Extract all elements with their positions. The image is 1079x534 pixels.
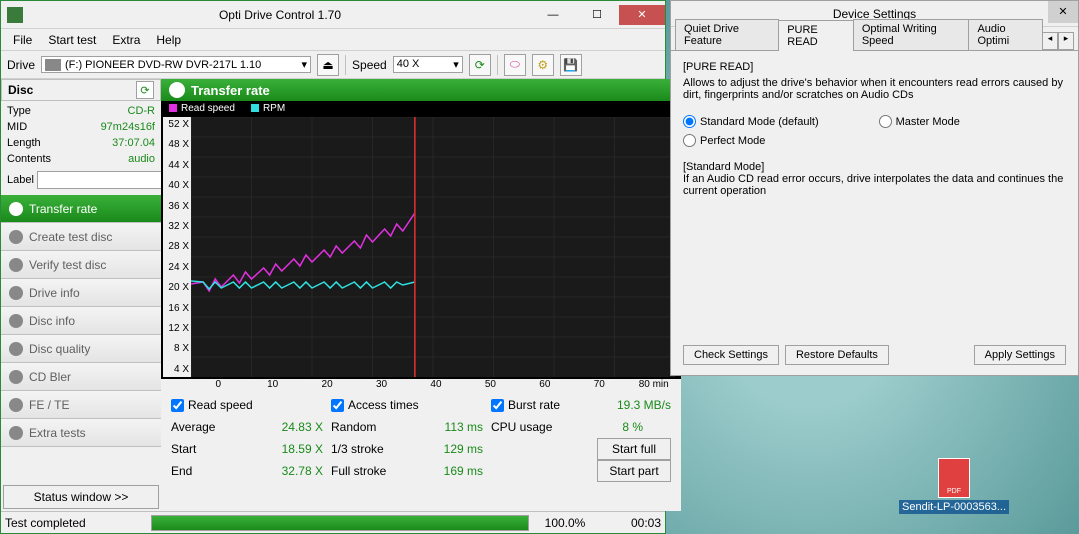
menubar: File Start test Extra Help bbox=[1, 29, 665, 51]
app-icon bbox=[7, 7, 23, 23]
progress-time: 00:03 bbox=[601, 516, 661, 530]
transfer-rate-icon bbox=[169, 82, 185, 98]
titlebar: Opti Drive Control 1.70 — ☐ ✕ bbox=[1, 1, 665, 29]
progress-percent: 100.0% bbox=[535, 516, 595, 530]
burst-rate-checkbox[interactable] bbox=[491, 399, 504, 412]
content-header: Transfer rate bbox=[161, 79, 681, 101]
nav-item-drive-info[interactable]: Drive info bbox=[1, 279, 161, 307]
minimize-button[interactable]: — bbox=[531, 5, 575, 25]
eject-button[interactable]: ⏏ bbox=[317, 54, 339, 76]
tab-scroll-right-button[interactable]: ▸ bbox=[1058, 32, 1074, 50]
maximize-button[interactable]: ☐ bbox=[575, 5, 619, 25]
nav-item-verify-test-disc[interactable]: Verify test disc bbox=[1, 251, 161, 279]
tab-pure-read[interactable]: PURE READ bbox=[778, 20, 854, 51]
tab-optimal-writing[interactable]: Optimal Writing Speed bbox=[853, 19, 970, 50]
menu-help[interactable]: Help bbox=[148, 31, 189, 49]
menu-start-test[interactable]: Start test bbox=[40, 31, 104, 49]
dialog-body: [PURE READ] Allows to adjust the drive's… bbox=[671, 51, 1078, 207]
save-button[interactable]: 💾 bbox=[560, 54, 582, 76]
close-button[interactable]: ✕ bbox=[619, 5, 665, 25]
radio-perfect-mode[interactable]: Perfect Mode bbox=[683, 134, 765, 147]
pdf-icon bbox=[938, 458, 970, 498]
nav-item-create-test-disc[interactable]: Create test disc bbox=[1, 223, 161, 251]
nav-item-cd-bler[interactable]: CD Bler bbox=[1, 363, 161, 391]
progress-bar bbox=[151, 515, 529, 531]
drive-label: Drive bbox=[7, 58, 35, 72]
chart-legend: Read speed RPM bbox=[161, 101, 681, 115]
check-settings-button[interactable]: Check Settings bbox=[683, 345, 779, 365]
rpm-swatch bbox=[251, 104, 259, 112]
radio-standard-mode[interactable]: Standard Mode (default) bbox=[683, 115, 819, 128]
access-times-checkbox[interactable] bbox=[331, 399, 344, 412]
app-title: Opti Drive Control 1.70 bbox=[29, 8, 531, 22]
nav-item-extra-tests[interactable]: Extra tests bbox=[1, 419, 161, 447]
nav-item-disc-info[interactable]: Disc info bbox=[1, 307, 161, 335]
disc-header: Disc ⟳ bbox=[1, 79, 161, 101]
x-axis: 01020304050607080 min bbox=[161, 379, 681, 390]
device-settings-dialog: Device Settings ✕ Quiet Drive Feature PU… bbox=[670, 0, 1079, 376]
options-button[interactable]: ⚙ bbox=[532, 54, 554, 76]
tab-scroll-left-button[interactable]: ◂ bbox=[1042, 32, 1058, 50]
status-text: Test completed bbox=[5, 516, 145, 530]
drive-select[interactable]: (F:) PIONEER DVD-RW DVR-217L 1.10 ▾ bbox=[41, 56, 311, 73]
content: Transfer rate Read speed RPM 52 X48 X44 … bbox=[161, 79, 681, 511]
dialog-close-button[interactable]: ✕ bbox=[1048, 1, 1078, 23]
tab-quiet-drive[interactable]: Quiet Drive Feature bbox=[675, 19, 779, 50]
tab-audio-optimi[interactable]: Audio Optimi bbox=[968, 19, 1043, 50]
read-speed-swatch bbox=[169, 104, 177, 112]
desktop-pdf-file[interactable]: Sendit-LP-0003563... bbox=[899, 458, 1009, 514]
radio-master-mode[interactable]: Master Mode bbox=[879, 115, 960, 128]
nav-list: Transfer rateCreate test discVerify test… bbox=[1, 195, 161, 447]
menu-extra[interactable]: Extra bbox=[104, 31, 148, 49]
menu-file[interactable]: File bbox=[5, 31, 40, 49]
metrics: Read speed Access times Burst rate19.3 M… bbox=[161, 390, 681, 486]
disc-info: TypeCD-R MID97m24s16f Length37:07.04 Con… bbox=[1, 101, 161, 193]
nav-item-disc-quality[interactable]: Disc quality bbox=[1, 335, 161, 363]
app-window: Opti Drive Control 1.70 — ☐ ✕ File Start… bbox=[0, 0, 666, 534]
speed-select[interactable]: 40 X ▾ bbox=[393, 56, 463, 73]
apply-settings-button[interactable]: Apply Settings bbox=[974, 345, 1066, 365]
start-full-button[interactable]: Start full bbox=[597, 438, 671, 460]
nav-item-fe-te[interactable]: FE / TE bbox=[1, 391, 161, 419]
read-speed-checkbox[interactable] bbox=[171, 399, 184, 412]
statusbar: Test completed 100.0% 00:03 bbox=[1, 511, 665, 533]
drive-icon bbox=[45, 59, 61, 71]
chart bbox=[191, 117, 675, 377]
toolbar: Drive (F:) PIONEER DVD-RW DVR-217L 1.10 … bbox=[1, 51, 665, 79]
disc-refresh-button[interactable]: ⟳ bbox=[136, 81, 154, 99]
sidebar: Disc ⟳ TypeCD-R MID97m24s16f Length37:07… bbox=[1, 79, 161, 511]
status-window-button[interactable]: Status window >> bbox=[3, 485, 159, 509]
erase-button[interactable]: ⬭ bbox=[504, 54, 526, 76]
dialog-tabs: Quiet Drive Feature PURE READ Optimal Wr… bbox=[671, 27, 1078, 51]
nav-item-transfer-rate[interactable]: Transfer rate bbox=[1, 195, 161, 223]
refresh-speed-button[interactable]: ⟳ bbox=[469, 54, 491, 76]
restore-defaults-button[interactable]: Restore Defaults bbox=[785, 345, 889, 365]
start-part-button[interactable]: Start part bbox=[597, 460, 671, 482]
y-axis: 52 X48 X44 X40 X36 X32 X28 X24 X20 X16 X… bbox=[163, 117, 191, 377]
speed-label: Speed bbox=[352, 58, 387, 72]
